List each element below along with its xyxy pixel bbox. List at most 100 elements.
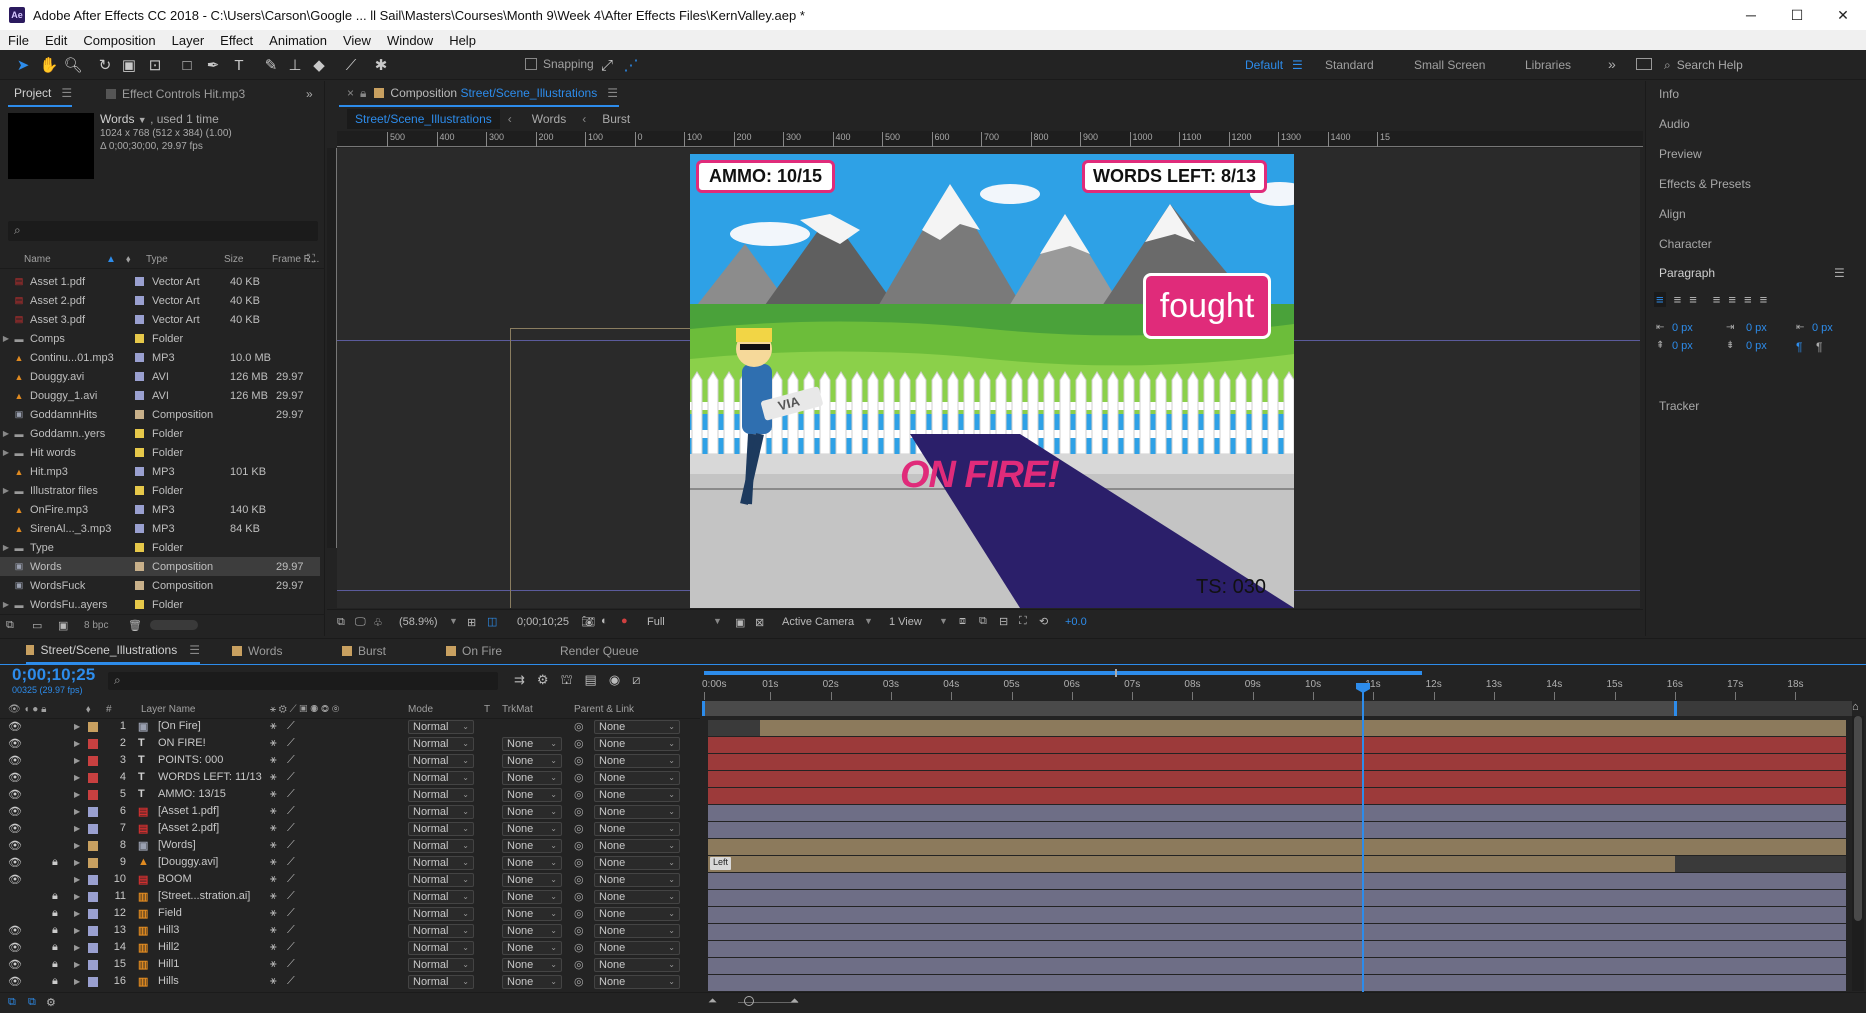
project-item[interactable]: ▶ ▬ WordsFu..ayers Folder — [0, 595, 320, 614]
panel-menu-icon[interactable]: ☰ — [61, 86, 72, 100]
flowchart-icon[interactable]: ⛶ — [1019, 615, 1027, 628]
justify-right-icon[interactable]: ≡ — [1744, 292, 1752, 307]
collapse-switch-icon[interactable]: ⚹ — [270, 958, 277, 971]
pick-whip-icon[interactable]: ◎ — [574, 822, 584, 835]
expand-twirl-icon[interactable]: ▶ — [74, 807, 80, 816]
track-matte-select[interactable]: None ⌄ — [502, 737, 562, 751]
parent-select[interactable]: None ⌄ — [594, 907, 680, 921]
project-item[interactable]: ▶ ▬ Comps Folder — [0, 329, 320, 348]
expand-twirl-icon[interactable]: ▶ — [0, 429, 12, 438]
label-color-swatch[interactable] — [135, 391, 144, 400]
menu-animation[interactable]: Animation — [261, 33, 335, 48]
track-matte-select[interactable]: None ⌄ — [502, 856, 562, 870]
parent-select[interactable]: None ⌄ — [594, 822, 680, 836]
camera-tool-icon[interactable]: ▣ — [120, 56, 138, 74]
expand-twirl-icon[interactable]: ▶ — [74, 773, 80, 782]
lock-icon[interactable]: 🔒︎ — [52, 924, 58, 937]
label-color-swatch[interactable] — [135, 467, 144, 476]
collapse-switch-icon[interactable]: ⚹ — [270, 737, 277, 750]
workspace-libraries[interactable]: Libraries — [1525, 58, 1571, 72]
blend-mode-select[interactable]: Normal ⌄ — [408, 873, 474, 887]
pick-whip-icon[interactable]: ◎ — [574, 907, 584, 920]
time-ruler[interactable]: 0:00s 01s 02s 03s 04s 05s 06s 07s 08s 09s 10s 11s 12… — [702, 678, 1852, 702]
hand-tool-icon[interactable]: ✋ — [40, 56, 59, 74]
timeline-layer-row[interactable]: 🔒︎ ▶ 11 ▥ [Street...stration.ai] ⚹ ⟋ Normal ⌄ Non… — [0, 889, 1866, 906]
pick-whip-icon[interactable]: ◎ — [574, 771, 584, 784]
collapse-switch-icon[interactable]: ⚹ — [270, 941, 277, 954]
expand-twirl-icon[interactable]: ▶ — [74, 926, 80, 935]
column-type[interactable]: Type — [146, 254, 168, 265]
label-color-swatch[interactable] — [88, 960, 98, 970]
layer-name[interactable]: Field — [158, 907, 270, 919]
track-matte-select[interactable]: None ⌄ — [502, 839, 562, 853]
toggle-modes-icon[interactable]: ⧉ — [28, 996, 36, 1009]
label-color-swatch[interactable] — [88, 926, 98, 936]
label-color-swatch[interactable] — [88, 977, 98, 987]
timeline-layer-row[interactable]: 👁︎ 🔒︎ ▶ 15 ▥ Hill1 ⚹ ⟋ Normal ⌄ None ⌄ ◎ None ⌄ — [0, 957, 1866, 974]
timeline-layer-row[interactable]: 👁︎ 🔒︎ ▶ 9 ▲ [Douggy.avi] ⚹ ⟋ Normal ⌄ None ⌄ ◎ None ⌄ L… — [0, 855, 1866, 872]
blend-mode-select[interactable]: Normal ⌄ — [408, 754, 474, 768]
frame-blending-icon[interactable]: ▤ — [585, 672, 597, 690]
layer-duration-bar[interactable] — [708, 907, 1846, 923]
quality-switch-icon[interactable]: ⟋ — [287, 839, 295, 852]
layer-name[interactable]: [Asset 1.pdf] — [158, 805, 270, 817]
label-color-swatch[interactable] — [88, 824, 98, 834]
expand-twirl-icon[interactable]: ▶ — [0, 448, 12, 457]
label-color-swatch[interactable] — [88, 909, 98, 919]
layer-duration-bar[interactable] — [708, 958, 1846, 974]
layer-name[interactable]: [Words] — [158, 839, 270, 851]
composition-viewer[interactable]: VIA AMMO: 10/15 WORDS LEFT: 8/13 fought … — [337, 148, 1640, 608]
project-item[interactable]: ▤ Asset 2.pdf Vector Art 40 KB — [0, 291, 320, 310]
view-layout-select[interactable]: 1 View — [889, 616, 922, 628]
menu-edit[interactable]: Edit — [37, 33, 75, 48]
blend-mode-select[interactable]: Normal ⌄ — [408, 941, 474, 955]
zoom-tool-icon[interactable]: 🔍︎ — [63, 56, 82, 74]
label-color-swatch[interactable] — [135, 448, 144, 457]
layer-name[interactable]: Hill1 — [158, 958, 270, 970]
layer-name[interactable]: Hill2 — [158, 941, 270, 953]
project-item[interactable]: ▣ Words Composition 29.97 — [0, 557, 320, 576]
toggle-in-out-icon[interactable]: ⚙ — [46, 996, 56, 1009]
track-matte-select[interactable]: None ⌄ — [502, 771, 562, 785]
blend-mode-select[interactable]: Normal ⌄ — [408, 924, 474, 938]
timeline-layer-row[interactable]: 👁︎ ▶ 1 ▣ [On Fire] ⚹ ⟋ Normal ⌄ ◎ None ⌄ — [0, 719, 1866, 736]
expand-twirl-icon[interactable]: ▶ — [74, 841, 80, 850]
column-mode[interactable]: Mode — [408, 704, 433, 715]
timeline-layer-row[interactable]: 👁︎ ▶ 7 ▤ [Asset 2.pdf] ⚹ ⟋ Normal ⌄ None ⌄ ◎ None ⌄ — [0, 821, 1866, 838]
pick-whip-icon[interactable]: ◎ — [574, 890, 584, 903]
visibility-eye-icon[interactable]: 👁︎ — [8, 737, 22, 750]
bit-depth[interactable]: 8 bpc — [84, 620, 108, 631]
exposure-value[interactable]: +0.0 — [1065, 616, 1087, 628]
parent-select[interactable]: None ⌄ — [594, 754, 680, 768]
column-layer-name[interactable]: Layer Name — [141, 704, 195, 715]
tab-burst[interactable]: Burst — [342, 638, 432, 664]
motion-blur-icon[interactable]: ◉ — [609, 672, 620, 690]
layer-duration-bar[interactable] — [708, 737, 1846, 753]
label-color-swatch[interactable] — [135, 429, 144, 438]
expand-twirl-icon[interactable]: ▶ — [74, 756, 80, 765]
quality-switch-icon[interactable]: ⟋ — [287, 737, 295, 750]
space-after-value[interactable]: 0 px — [1746, 340, 1767, 352]
tab-on-fire[interactable]: On Fire — [446, 638, 546, 664]
label-color-swatch[interactable] — [88, 807, 98, 817]
timeline-layer-row[interactable]: 👁︎ ▶ 8 ▣ [Words] ⚹ ⟋ Normal ⌄ None ⌄ ◎ None ⌄ — [0, 838, 1866, 855]
maximize-button[interactable]: ☐ — [1774, 0, 1820, 30]
layer-duration-bar[interactable] — [708, 975, 1846, 991]
timeline-layer-row[interactable]: 👁︎ ▶ 4 T WORDS LEFT: 11/13 ⚹ ⟋ Normal ⌄ None ⌄ ◎ Non… — [0, 770, 1866, 787]
timeline-layer-row[interactable]: 👁︎ ▶ 5 T AMMO: 13/15 ⚹ ⟋ Normal ⌄ None ⌄ ◎ None ⌄ — [0, 787, 1866, 804]
puppet-tool-icon[interactable]: ✱ — [372, 56, 390, 74]
quality-switch-icon[interactable]: ⟋ — [287, 873, 295, 886]
blend-mode-select[interactable]: Normal ⌄ — [408, 890, 474, 904]
align-center-icon[interactable]: ≡ — [1674, 292, 1682, 307]
expand-twirl-icon[interactable]: ▶ — [0, 600, 12, 609]
label-color-swatch[interactable] — [88, 722, 98, 732]
workspace-layout-icon[interactable] — [1636, 58, 1652, 70]
rotate-tool-icon[interactable]: ↻ — [96, 56, 114, 74]
quality-switch-icon[interactable]: ⟋ — [287, 958, 295, 971]
expand-twirl-icon[interactable]: ▶ — [74, 943, 80, 952]
work-area-bar[interactable] — [702, 669, 1852, 677]
visibility-eye-icon[interactable]: 👁︎ — [8, 873, 22, 886]
label-color-swatch[interactable] — [135, 562, 144, 571]
label-color-swatch[interactable] — [135, 315, 144, 324]
layer-duration-bar[interactable] — [760, 720, 1846, 736]
